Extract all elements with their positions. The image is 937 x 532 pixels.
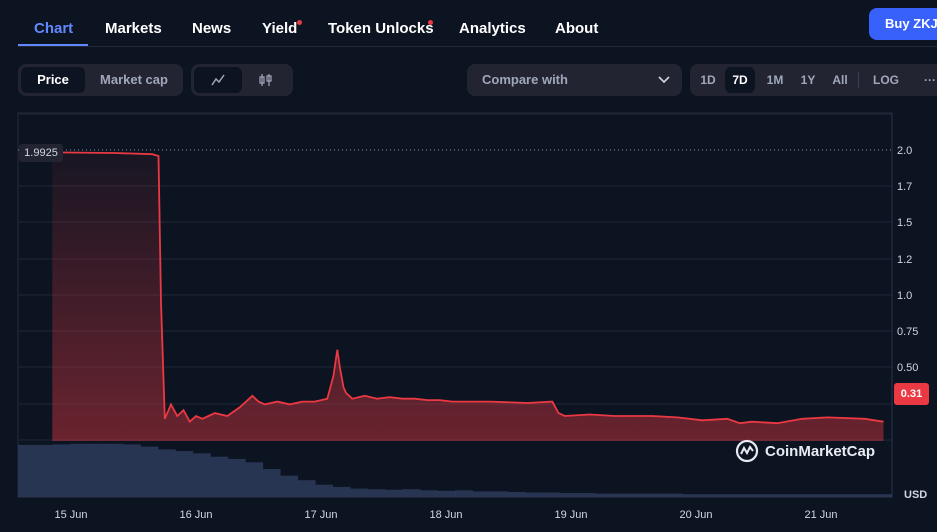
volume-bar xyxy=(420,490,438,497)
volume-bar xyxy=(699,494,718,497)
volume-bar xyxy=(577,493,596,497)
y-tick-label: 1.5 xyxy=(897,217,912,229)
volume-bar xyxy=(612,493,631,497)
y-tick-label: 1.0 xyxy=(897,290,912,302)
volume-bar xyxy=(874,494,893,497)
volume-bar xyxy=(472,491,491,497)
y-tick-label: 1.2 xyxy=(897,254,912,266)
currency-label: USD xyxy=(904,489,928,501)
volume-bar xyxy=(315,484,334,497)
watermark-text: CoinMarketCap xyxy=(765,442,876,460)
volume-bar xyxy=(192,453,211,497)
x-tick-label: 16 Jun xyxy=(179,509,212,521)
volume-bar xyxy=(664,493,683,497)
current-price-label: 0.31 xyxy=(894,383,929,405)
volume-bar xyxy=(542,492,561,497)
volume-bar xyxy=(769,494,788,497)
x-tick-label: 19 Jun xyxy=(554,509,587,521)
volume-bar xyxy=(594,493,613,497)
volume-bar xyxy=(489,491,508,497)
volume-bar xyxy=(18,444,36,497)
volume-bar xyxy=(455,490,473,497)
volume-bar xyxy=(262,469,281,497)
volume-bar xyxy=(350,488,368,497)
volume-bar xyxy=(629,493,648,497)
volume-bar xyxy=(332,486,351,497)
volume-bar xyxy=(175,451,194,497)
volume-bar xyxy=(839,494,858,497)
volume-bar xyxy=(35,444,54,497)
x-tick-label: 21 Jun xyxy=(804,509,837,521)
x-tick-label: 17 Jun xyxy=(304,509,337,521)
start-price-label: 1.9925 xyxy=(19,144,63,162)
volume-bar xyxy=(280,475,299,497)
volume-bar xyxy=(367,489,386,497)
x-tick-label: 18 Jun xyxy=(429,509,462,521)
volume-bar xyxy=(70,443,89,497)
volume-bar xyxy=(297,480,316,497)
volume-bar xyxy=(647,493,666,497)
volume-bar xyxy=(122,444,141,497)
price-line xyxy=(52,151,884,425)
x-tick-label: 20 Jun xyxy=(679,509,712,521)
volume-bar xyxy=(105,443,124,497)
volume-bar xyxy=(559,493,578,497)
volume-bar xyxy=(385,489,403,497)
volume-bar xyxy=(524,492,543,497)
y-tick-label: 0.75 xyxy=(897,326,918,338)
volume-bar xyxy=(87,443,106,497)
volume-bar xyxy=(157,449,176,497)
volume-bar xyxy=(804,494,823,497)
volume-bar xyxy=(140,446,159,497)
price-area xyxy=(52,152,884,441)
y-tick-label: 0.50 xyxy=(897,362,918,374)
volume-bar xyxy=(734,494,753,497)
volume-bar xyxy=(210,456,229,497)
coinmarketcap-watermark: CoinMarketCap xyxy=(735,438,875,464)
coinmarketcap-logo-icon xyxy=(735,439,759,463)
volume-bar xyxy=(787,494,805,497)
volume-bar xyxy=(437,490,456,497)
y-tick-label: 2.0 xyxy=(897,145,912,157)
volume-bar xyxy=(507,491,526,497)
volume-bar xyxy=(227,458,246,497)
volume-bar xyxy=(857,494,875,497)
x-tick-label: 15 Jun xyxy=(54,509,87,521)
volume-bar xyxy=(682,494,701,497)
volume-bar xyxy=(245,462,264,497)
volume-bar xyxy=(52,444,71,497)
volume-bar xyxy=(822,494,840,497)
volume-bar xyxy=(402,489,421,497)
volume-bar xyxy=(752,494,771,497)
y-tick-label: 1.7 xyxy=(897,181,912,193)
volume-bar xyxy=(717,494,736,497)
